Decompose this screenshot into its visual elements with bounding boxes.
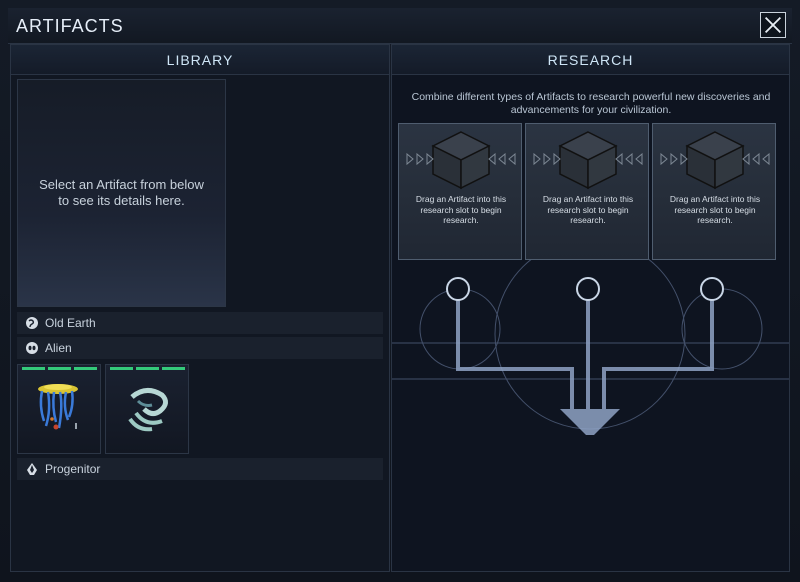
title-bar: ARTIFACTS [8,8,792,44]
progenitor-icon [27,463,37,475]
details-placeholder: Select an Artifact from below to see its… [39,177,204,208]
category-progenitor[interactable]: Progenitor [17,458,383,480]
category-old-earth[interactable]: Old Earth [17,312,383,334]
level-bars [22,367,97,370]
category-label: Old Earth [45,316,96,330]
research-slot-cube-icon [533,131,643,190]
research-slot-cube-icon [406,131,516,190]
research-slot-text: Drag an Artifact into this research slot… [542,194,634,225]
research-panel: RESEARCH Combine different types of Arti… [391,44,790,572]
category-label: Alien [45,341,72,355]
artifacts-window: ARTIFACTS LIBRARY Select an Artifact fro… [0,0,800,582]
window-title: ARTIFACTS [16,16,124,36]
alien-icon [26,342,38,354]
tentacle-icon [128,388,168,432]
category-label: Progenitor [45,462,101,476]
artifact-card-jellyfish[interactable] [17,364,101,454]
research-slot-1[interactable]: Drag an Artifact into this research slot… [398,123,522,260]
level-bars [110,367,185,370]
artifact-card-tentacle[interactable] [105,364,189,454]
research-description: Combine different types of Artifacts to … [411,91,771,116]
close-icon [764,16,782,34]
jellyfish-icon [38,384,78,430]
research-slot-2[interactable]: Drag an Artifact into this research slot… [525,123,649,260]
category-alien[interactable]: Alien [17,337,383,359]
research-slot-cube-icon [660,131,770,190]
artifact-details-panel: Select an Artifact from below to see its… [17,79,226,307]
close-button[interactable] [760,12,786,38]
research-slot-text: Drag an Artifact into this research slot… [415,194,507,225]
research-slot-3[interactable]: Drag an Artifact into this research slot… [652,123,776,260]
research-header: RESEARCH [392,45,789,75]
library-panel: LIBRARY Select an Artifact from below to… [10,44,390,572]
globe-icon [26,317,38,329]
library-header: LIBRARY [11,45,389,75]
research-slot-text: Drag an Artifact into this research slot… [669,194,761,225]
research-circuit-graphic [392,259,789,435]
